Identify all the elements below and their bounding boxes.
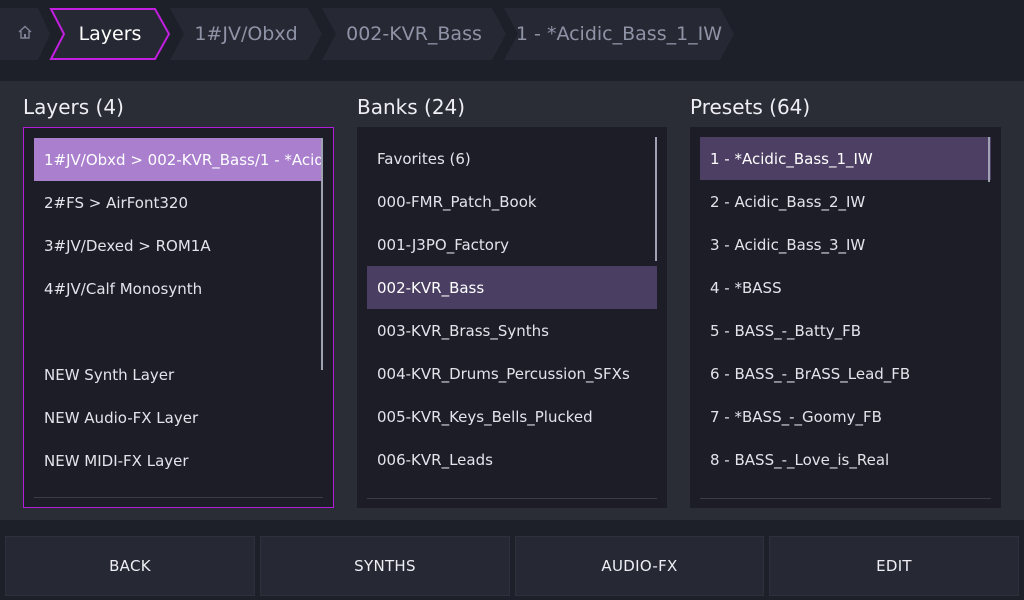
breadcrumb-bank[interactable]: 002-KVR_Bass	[322, 8, 506, 60]
back-button[interactable]: BACK	[5, 536, 255, 596]
synths-button[interactable]: SYNTHS	[260, 536, 510, 596]
preset-item-selected[interactable]: 1 - *Acidic_Bass_1_IW	[700, 137, 991, 180]
bank-item[interactable]: Favorites (6)	[367, 137, 657, 180]
breadcrumb-layers[interactable]: Layers	[49, 8, 171, 60]
presets-scrollbar[interactable]	[988, 137, 990, 182]
layers-list: 1#JV/Obxd > 002-KVR_Bass/1 - *Acidic_...…	[34, 138, 323, 482]
browser-main: Layers (4) 1#JV/Obxd > 002-KVR_Bass/1 - …	[0, 81, 1024, 520]
presets-panel: 1 - *Acidic_Bass_1_IW 2 - Acidic_Bass_2_…	[690, 127, 1001, 508]
breadcrumb-label: 1 - *Acidic_Bass_1_IW	[515, 23, 723, 45]
breadcrumb-home[interactable]	[0, 8, 50, 60]
presets-title: Presets (64)	[690, 95, 811, 119]
banks-panel: Favorites (6) 000-FMR_Patch_Book 001-J3P…	[357, 127, 667, 508]
banks-scrollbar[interactable]	[655, 137, 657, 261]
banks-list: Favorites (6) 000-FMR_Patch_Book 001-J3P…	[367, 137, 657, 481]
breadcrumb-synth[interactable]: 1#JV/Obxd	[170, 8, 322, 60]
presets-list: 1 - *Acidic_Bass_1_IW 2 - Acidic_Bass_2_…	[700, 137, 991, 481]
new-synth-layer[interactable]: NEW Synth Layer	[34, 353, 323, 396]
divider	[700, 498, 991, 499]
breadcrumb-label: 1#JV/Obxd	[194, 23, 298, 45]
bank-item[interactable]: 006-KVR_Leads	[367, 438, 657, 481]
preset-item[interactable]: 5 - BASS_-_Batty_FB	[700, 309, 991, 352]
breadcrumb: Layers 1#JV/Obxd 002-KVR_Bass 1 - *Acidi…	[0, 0, 1024, 72]
bank-item[interactable]: 004-KVR_Drums_Percussion_SFXs	[367, 352, 657, 395]
bank-item[interactable]: 005-KVR_Keys_Bells_Plucked	[367, 395, 657, 438]
banks-title: Banks (24)	[357, 95, 466, 119]
new-midi-fx-layer[interactable]: NEW MIDI-FX Layer	[34, 439, 323, 482]
layer-item-1[interactable]: 1#JV/Obxd > 002-KVR_Bass/1 - *Acidic_...	[34, 138, 323, 181]
edit-button[interactable]: EDIT	[769, 536, 1019, 596]
bank-item[interactable]: 000-FMR_Patch_Book	[367, 180, 657, 223]
bank-item-selected[interactable]: 002-KVR_Bass	[367, 266, 657, 309]
bank-item[interactable]: 003-KVR_Brass_Synths	[367, 309, 657, 352]
breadcrumb-preset[interactable]: 1 - *Acidic_Bass_1_IW	[504, 8, 734, 60]
layers-title: Layers (4)	[23, 95, 124, 119]
preset-item[interactable]: 6 - BASS_-_BrASS_Lead_FB	[700, 352, 991, 395]
layers-scrollbar[interactable]	[321, 138, 323, 370]
preset-item[interactable]: 3 - Acidic_Bass_3_IW	[700, 223, 991, 266]
home-icon	[17, 23, 33, 45]
audio-fx-button[interactable]: AUDIO-FX	[515, 536, 764, 596]
layer-separator	[34, 310, 323, 353]
preset-item[interactable]: 2 - Acidic_Bass_2_IW	[700, 180, 991, 223]
button-bar: BACK SYNTHS AUDIO-FX EDIT	[0, 530, 1024, 600]
new-audio-fx-layer[interactable]: NEW Audio-FX Layer	[34, 396, 323, 439]
preset-item[interactable]: 8 - BASS_-_Love_is_Real	[700, 438, 991, 481]
breadcrumb-label: Layers	[78, 23, 142, 45]
layer-item-3[interactable]: 3#JV/Dexed > ROM1A	[34, 224, 323, 267]
preset-item[interactable]: 7 - *BASS_-_Goomy_FB	[700, 395, 991, 438]
divider	[367, 498, 657, 499]
bank-item[interactable]: 001-J3PO_Factory	[367, 223, 657, 266]
layer-item-4[interactable]: 4#JV/Calf Monosynth	[34, 267, 323, 310]
divider	[34, 497, 323, 498]
layer-item-2[interactable]: 2#FS > AirFont320	[34, 181, 323, 224]
layers-panel: 1#JV/Obxd > 002-KVR_Bass/1 - *Acidic_...…	[23, 127, 334, 508]
preset-item[interactable]: 4 - *BASS	[700, 266, 991, 309]
breadcrumb-label: 002-KVR_Bass	[346, 23, 482, 45]
